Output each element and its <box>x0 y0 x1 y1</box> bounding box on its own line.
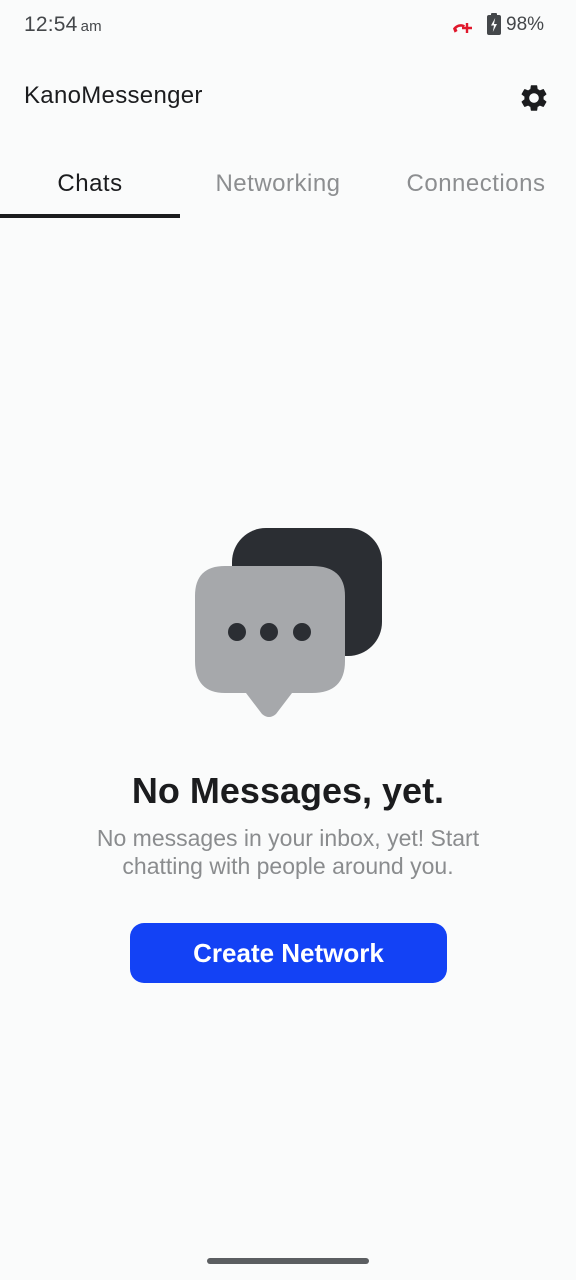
missed-call-icon <box>453 23 472 33</box>
active-tab-indicator <box>0 214 180 218</box>
empty-state-description-line: No messages in your inbox, yet! Start <box>96 825 480 851</box>
empty-state-description-line: chatting with people around you. <box>122 853 454 879</box>
create-network-button[interactable]: Create Network <box>130 923 447 983</box>
empty-state-title: No Messages, yet. <box>131 770 445 811</box>
tab-networking[interactable]: Networking <box>180 150 376 218</box>
tab-connections[interactable]: Connections <box>376 150 576 218</box>
status-bar: 12:54 am 98% <box>0 0 576 52</box>
status-time: 12:54 am <box>24 13 102 37</box>
battery-percentage: 98% <box>506 14 545 35</box>
tab-chats[interactable]: Chats <box>0 150 180 218</box>
status-time-ampm: am <box>80 18 102 35</box>
settings-button[interactable] <box>512 76 556 120</box>
gesture-nav-handle[interactable] <box>207 1258 369 1264</box>
tab-bar: Chats Networking Connections <box>0 150 576 218</box>
chat-bubbles-icon <box>195 528 382 717</box>
app-title: KanoMessenger <box>24 82 203 109</box>
empty-state-description: No messages in your inbox, yet! Start ch… <box>68 824 508 880</box>
battery-charging-icon <box>487 13 501 35</box>
gear-icon <box>521 85 547 111</box>
status-time-value: 12:54 <box>24 13 78 36</box>
